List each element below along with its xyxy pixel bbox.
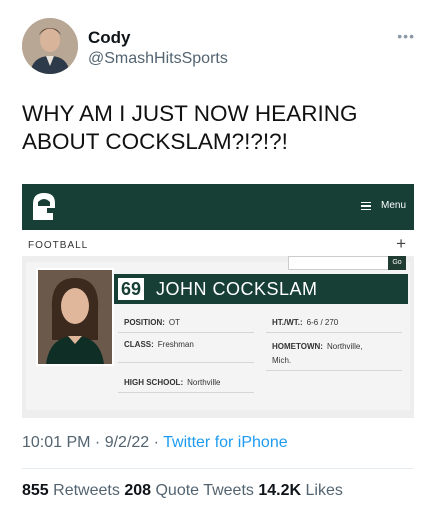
quotes-label: Quote Tweets xyxy=(155,482,254,499)
expand-plus-icon[interactable]: + xyxy=(396,234,406,254)
likes-count: 14.2K xyxy=(258,482,302,499)
embedded-image[interactable]: Menu FOOTBALL + Go 69 JOHN COCKSLAM POSI… xyxy=(22,184,414,418)
display-name[interactable]: Cody xyxy=(88,28,131,48)
timestamp-text[interactable]: 10:01 PM · 9/2/22 · xyxy=(22,434,163,451)
hamburger-icon xyxy=(360,201,371,211)
spartan-logo-icon xyxy=(33,193,55,220)
player-card: Go 69 JOHN COCKSLAM POSITION: OT HT./WT.:… xyxy=(26,256,410,410)
go-button[interactable]: Go xyxy=(388,256,406,270)
highschool-field: HIGH SCHOOL: Northville xyxy=(124,378,220,387)
tweet-timestamp: 10:01 PM · 9/2/22 · Twitter for iPhone xyxy=(22,434,288,452)
divider xyxy=(266,332,402,333)
hometown-label: HOMETOWN: xyxy=(272,342,323,351)
divider xyxy=(266,370,402,371)
menu-button[interactable]: Menu xyxy=(360,200,406,211)
quotes-count: 208 xyxy=(124,482,152,499)
divider xyxy=(118,332,254,333)
htwt-value: 6-6 / 270 xyxy=(306,318,339,327)
sport-bar: FOOTBALL + xyxy=(22,230,414,256)
tweet-text: WHY AM I JUST NOW HEARING ABOUT COCKSLAM… xyxy=(22,100,417,156)
retweets-count: 855 xyxy=(22,482,49,499)
likes-stat[interactable]: 14.2K Likes xyxy=(258,482,343,499)
tweet-text-line-1: WHY AM I JUST NOW HEARING xyxy=(22,101,358,126)
divider xyxy=(118,362,254,363)
source-link[interactable]: Twitter for iPhone xyxy=(163,434,288,451)
handle[interactable]: @SmashHitsSports xyxy=(88,50,228,68)
quotes-stat[interactable]: 208 Quote Tweets xyxy=(124,482,254,499)
roster-search-input[interactable] xyxy=(288,256,390,270)
htwt-label: HT./WT.: xyxy=(272,318,303,327)
sport-label: FOOTBALL xyxy=(28,240,89,251)
site-header-bar: Menu xyxy=(22,184,414,230)
tweet-text-line-2: ABOUT COCKSLAM?!?!?! xyxy=(22,129,288,154)
retweets-stat[interactable]: 855 Retweets xyxy=(22,482,120,499)
class-value: Freshman xyxy=(157,340,194,349)
class-field: CLASS: Freshman xyxy=(124,340,194,349)
player-name: JOHN COCKSLAM xyxy=(156,279,318,299)
class-label: CLASS: xyxy=(124,340,154,349)
hometown-value-line-1: Northville, xyxy=(326,342,363,351)
highschool-value: Northville xyxy=(187,378,221,387)
htwt-field: HT./WT.: 6-6 / 270 xyxy=(272,318,338,327)
player-photo xyxy=(36,268,114,366)
position-field: POSITION: OT xyxy=(124,318,180,327)
retweets-label: Retweets xyxy=(53,482,120,499)
hometown-value-line-2: Mich. xyxy=(272,356,292,365)
more-icon[interactable]: ••• xyxy=(397,28,415,44)
divider xyxy=(118,392,254,393)
player-number: 69 xyxy=(118,278,144,300)
engagement-stats: 855 Retweets 208 Quote Tweets 14.2K Like… xyxy=(22,482,343,500)
position-label: POSITION: xyxy=(124,318,165,327)
divider xyxy=(22,468,414,469)
position-value: OT xyxy=(168,318,180,327)
avatar[interactable] xyxy=(22,18,78,74)
highschool-label: HIGH SCHOOL: xyxy=(124,378,184,387)
likes-label: Likes xyxy=(305,482,343,499)
menu-label: Menu xyxy=(380,200,406,211)
hometown-field: HOMETOWN: Northville, Mich. xyxy=(272,340,363,368)
